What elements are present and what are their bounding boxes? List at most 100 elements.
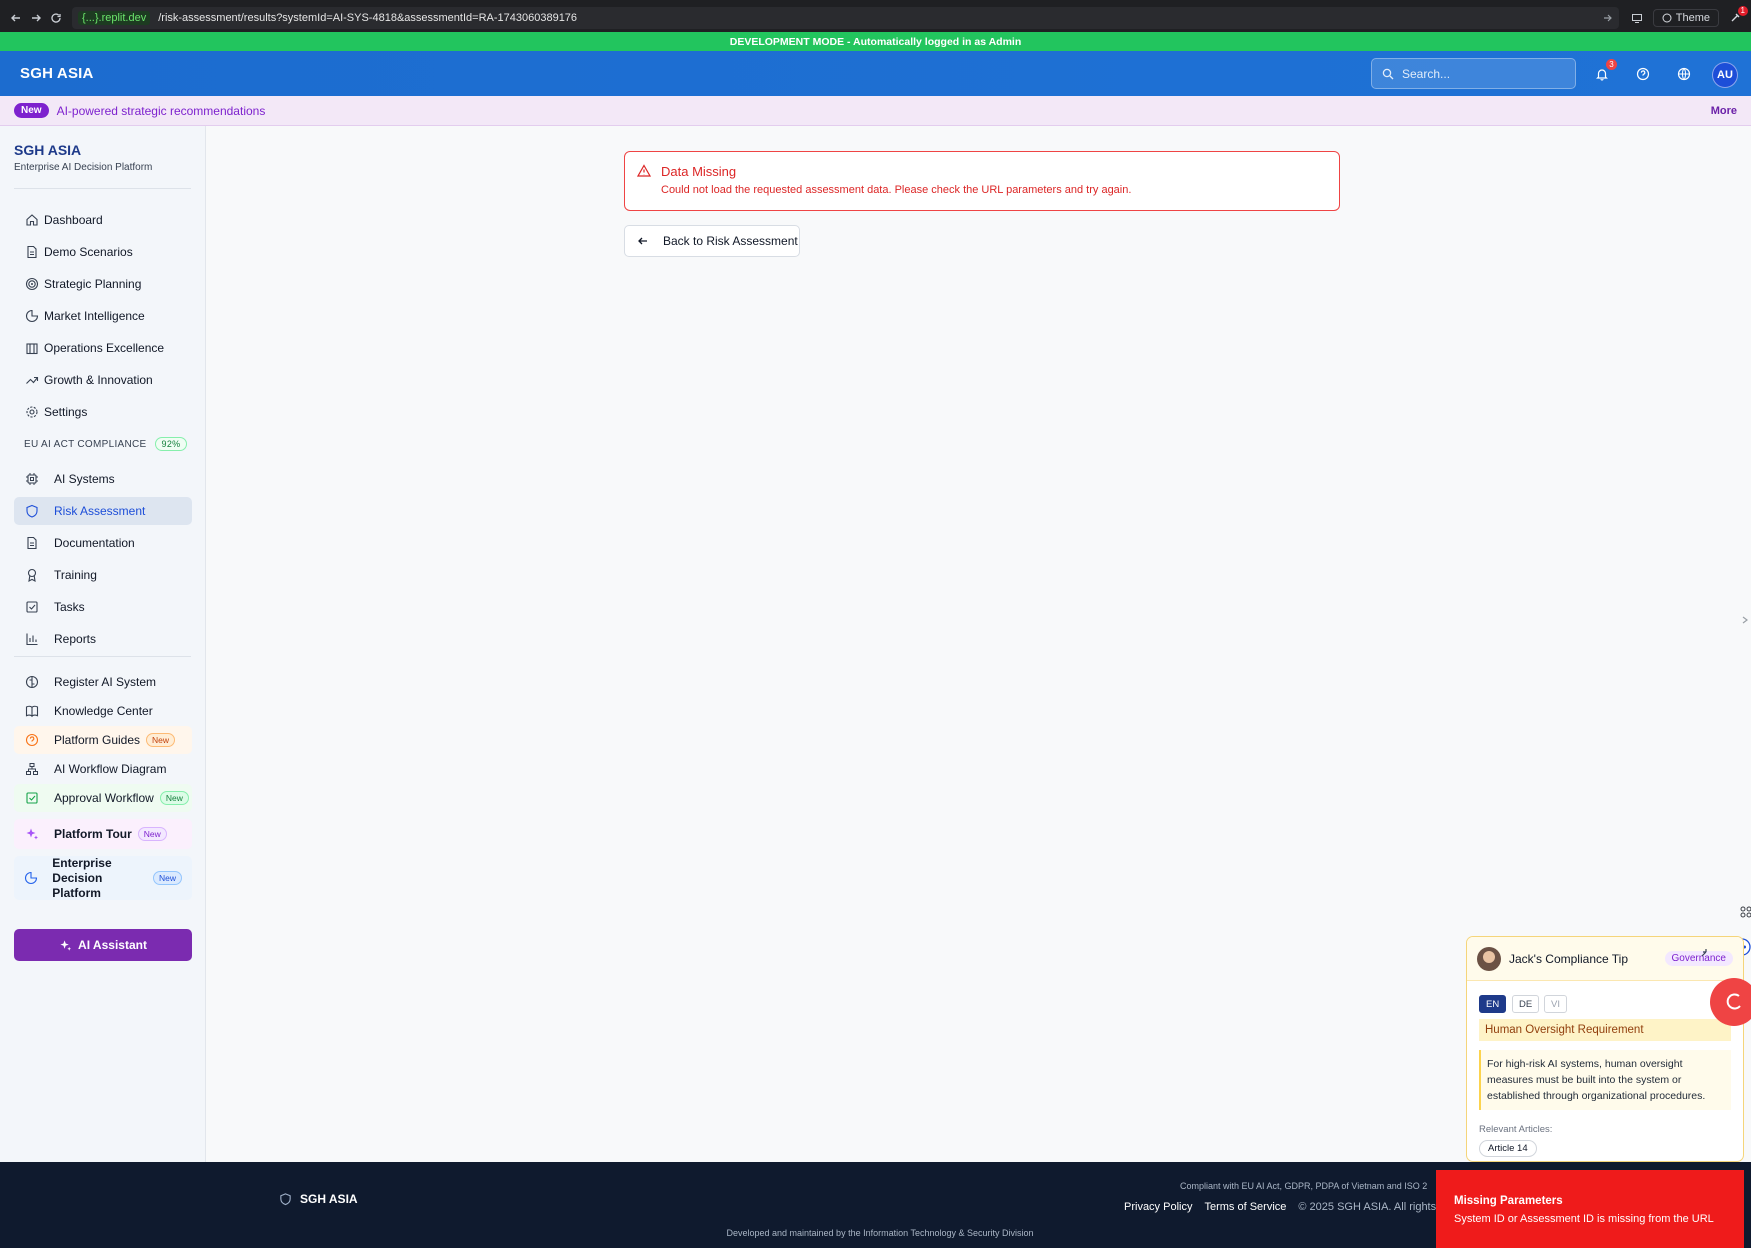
cpu-icon — [24, 471, 40, 487]
collapse-panel-icon[interactable] — [1740, 613, 1751, 627]
sidebar-item-label: Reports — [54, 632, 97, 646]
tip-heading: Human Oversight Requirement — [1479, 1019, 1731, 1041]
sidebar-subtitle: Enterprise AI Decision Platform — [14, 162, 153, 173]
sidebar-item-tasks[interactable]: Tasks — [14, 593, 192, 621]
sidebar-item-label: AI Workflow Diagram — [54, 762, 167, 776]
error-toast[interactable]: Missing Parameters System ID or Assessme… — [1436, 1170, 1744, 1248]
warning-triangle-icon — [637, 164, 651, 178]
sidebar-item-label: AI Systems — [54, 472, 115, 486]
section-heading-compliance: EU AI ACT COMPLIANCE 92% — [24, 437, 188, 451]
trending-up-icon — [24, 372, 40, 388]
app-header: SGH ASIA Search... 3 AU — [0, 51, 1751, 96]
sidebar-item-label: Enterprise Decision — [52, 855, 112, 885]
announcement-text[interactable]: AI-powered strategic recommendations — [57, 104, 266, 118]
sidebar-item-dashboard[interactable]: Dashboard — [14, 206, 192, 234]
sidebar-item-strategic-planning[interactable]: Strategic Planning — [14, 270, 192, 298]
search-input[interactable]: Search... — [1371, 58, 1576, 89]
palette-icon — [1662, 13, 1672, 23]
tip-title: Jack's Compliance Tip — [1509, 951, 1629, 966]
error-alert: Data Missing Could not load the requeste… — [624, 151, 1340, 211]
back-arrow-icon[interactable] — [6, 8, 26, 28]
sidebar-item-enterprise-decision-platform[interactable]: Enterprise Decision Platform New — [14, 856, 192, 900]
sidebar-item-risk-assessment[interactable]: Risk Assessment — [14, 497, 192, 525]
relevant-articles-label: Relevant Articles: — [1479, 1124, 1553, 1135]
search-icon — [1382, 68, 1394, 80]
minimize-icon[interactable] — [1700, 946, 1712, 958]
sidebar-item-operations-excellence[interactable]: Operations Excellence — [14, 334, 192, 362]
sidebar-item-label: Knowledge Center — [54, 704, 153, 718]
shield-icon — [279, 1192, 292, 1206]
user-avatar[interactable]: AU — [1712, 62, 1738, 88]
ai-assistant-button[interactable]: AI Assistant — [14, 929, 192, 961]
sidebar-item-label: Register AI System — [54, 675, 157, 689]
theme-label: Theme — [1675, 12, 1710, 24]
new-badge: New — [14, 103, 49, 118]
url-host: {...}.replit.dev — [78, 11, 151, 25]
globe-icon[interactable] — [1673, 63, 1695, 85]
divider — [14, 188, 191, 189]
sidebar-item-settings[interactable]: Settings — [14, 398, 192, 426]
announcement-bar: New AI-powered strategic recommendations… — [0, 96, 1751, 126]
book-icon — [24, 703, 40, 719]
sidebar-item-label: Market Intelligence — [44, 309, 145, 323]
compliance-tip-widget: Jack's Compliance Tip Governance EN DE V… — [1466, 936, 1744, 1162]
sidebar-item-ai-workflow-diagram[interactable]: AI Workflow Diagram — [14, 755, 192, 783]
sidebar-item-documentation[interactable]: Documentation — [14, 529, 192, 557]
sidebar-item-demo-scenarios[interactable]: Demo Scenarios — [14, 238, 192, 266]
extension-badge: 1 — [1737, 6, 1748, 16]
alert-message: Could not load the requested assessment … — [661, 184, 1132, 196]
forward-arrow-icon[interactable] — [26, 8, 46, 28]
address-bar[interactable]: {...}.replit.dev /risk-assessment/result… — [72, 7, 1619, 29]
help-circle-icon — [24, 732, 40, 748]
sidebar-item-label: Documentation — [54, 536, 135, 550]
grid-icon[interactable] — [1740, 905, 1751, 919]
back-to-risk-assessment-button[interactable]: Back to Risk Assessment — [624, 225, 800, 257]
sidebar-item-training[interactable]: Training — [14, 561, 192, 589]
sidebar-item-growth-innovation[interactable]: Growth & Innovation — [14, 366, 192, 394]
sidebar-item-label: Training — [54, 568, 97, 582]
sidebar-item-platform-guides[interactable]: Platform Guides New — [14, 726, 192, 754]
gear-icon — [24, 404, 40, 420]
divider — [14, 656, 191, 657]
article-chip[interactable]: Article 14 — [1479, 1140, 1537, 1157]
reload-icon[interactable] — [46, 8, 66, 28]
more-link[interactable]: More — [1711, 105, 1737, 117]
sidebar-item-market-intelligence[interactable]: Market Intelligence — [14, 302, 192, 330]
theme-button[interactable]: Theme — [1652, 9, 1719, 27]
terms-of-service-link[interactable]: Terms of Service — [1204, 1201, 1286, 1213]
search-placeholder: Search... — [1402, 66, 1451, 81]
sidebar-item-approval-workflow[interactable]: Approval Workflow New — [14, 784, 192, 812]
go-arrow-icon[interactable] — [1603, 13, 1613, 23]
toast-message: System ID or Assessment ID is missing fr… — [1454, 1213, 1714, 1225]
language-vi-button[interactable]: VI — [1544, 995, 1567, 1013]
header-brand[interactable]: SGH ASIA — [20, 65, 94, 82]
pie-chart-icon — [24, 870, 38, 886]
document-icon — [24, 244, 40, 260]
jack-avatar — [1477, 946, 1501, 971]
bell-icon[interactable]: 3 — [1591, 59, 1617, 85]
screen-icon[interactable] — [1627, 8, 1647, 28]
floating-chat-button[interactable] — [1710, 978, 1751, 1026]
sidebar-item-label: Approval Workflow — [54, 791, 154, 805]
sidebar-item-register-ai-system[interactable]: Register AI System — [14, 668, 192, 696]
sidebar-item-knowledge-center[interactable]: Knowledge Center — [14, 697, 192, 725]
alert-title: Data Missing — [661, 164, 737, 179]
section-title: EU AI ACT COMPLIANCE — [24, 438, 147, 450]
privacy-policy-link[interactable]: Privacy Policy — [1124, 1201, 1192, 1213]
sparkles-icon — [59, 939, 72, 952]
extension-icon[interactable]: 1 — [1725, 6, 1748, 28]
language-en-button[interactable]: EN — [1479, 995, 1507, 1013]
language-de-button[interactable]: DE — [1512, 995, 1540, 1013]
new-badge: New — [152, 871, 182, 885]
sparkles-icon — [24, 826, 40, 842]
tip-header: Jack's Compliance Tip Governance — [1467, 937, 1743, 981]
sidebar-item-reports[interactable]: Reports — [14, 625, 192, 653]
sidebar-item-ai-systems[interactable]: AI Systems — [14, 465, 192, 493]
new-badge: New — [137, 827, 167, 841]
notification-badge: 3 — [1606, 59, 1617, 70]
sidebar-item-label: Strategic Planning — [44, 277, 142, 291]
help-icon[interactable] — [1632, 63, 1654, 85]
tip-body: For high-risk AI systems, human oversigh… — [1479, 1050, 1731, 1110]
checkbox-icon — [24, 790, 40, 806]
sidebar-item-platform-tour[interactable]: Platform Tour New — [14, 819, 192, 849]
